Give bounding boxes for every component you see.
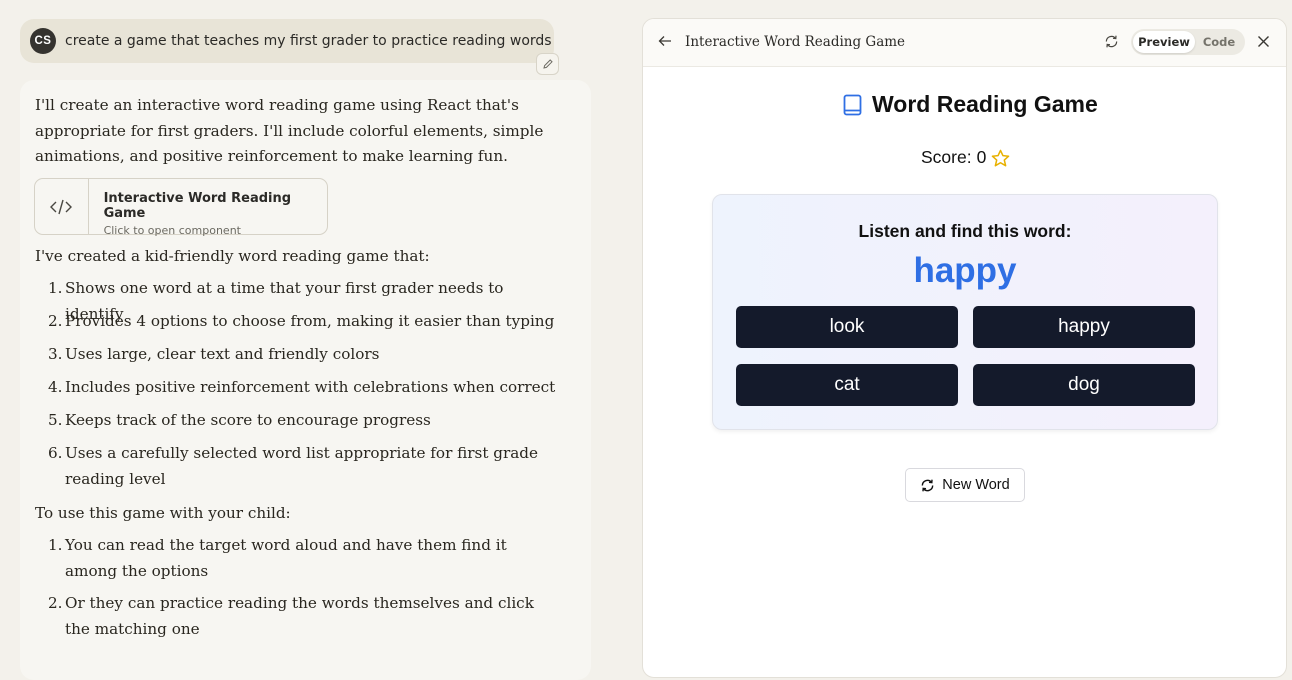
target-word: happy bbox=[913, 251, 1017, 290]
user-message-text: create a game that teaches my first grad… bbox=[65, 33, 552, 49]
close-icon[interactable] bbox=[1257, 35, 1270, 48]
score-value: 0 bbox=[976, 147, 987, 167]
game-header: Word Reading Game bbox=[843, 91, 1098, 118]
pencil-icon bbox=[542, 59, 553, 69]
edit-message-button[interactable] bbox=[536, 53, 559, 75]
refresh-icon[interactable] bbox=[1104, 34, 1119, 49]
assistant-intro: I'll create an interactive word reading … bbox=[35, 96, 544, 166]
book-icon bbox=[843, 94, 862, 115]
star-icon bbox=[991, 149, 1010, 167]
artifact-icon-box bbox=[35, 179, 89, 234]
question-prompt: Listen and find this word: bbox=[858, 221, 1072, 241]
list-item: 5. Keeps track of the score to encourage … bbox=[48, 411, 431, 429]
features-intro: I've created a kid-friendly word reading… bbox=[35, 247, 430, 265]
tab-preview[interactable]: Preview bbox=[1133, 31, 1195, 53]
artifact-panel: Interactive Word Reading Game Preview Co… bbox=[642, 18, 1287, 678]
usage-intro: To use this game with your child: bbox=[35, 504, 291, 522]
user-message: CS create a game that teaches my first g… bbox=[20, 19, 554, 63]
list-item: 3. Uses large, clear text and friendly co… bbox=[48, 345, 380, 363]
code-icon bbox=[50, 199, 73, 214]
view-toggle: Preview Code bbox=[1131, 29, 1245, 55]
answer-option[interactable]: dog bbox=[973, 364, 1195, 406]
question-card: Listen and find this word: happy look ha… bbox=[712, 194, 1218, 430]
score-display: Score: 0 bbox=[921, 147, 1010, 168]
list-item: 2. Provides 4 options to choose from, mak… bbox=[48, 312, 555, 330]
back-arrow-icon[interactable] bbox=[658, 34, 672, 48]
list-item: 4. Includes positive reinforcement with c… bbox=[48, 378, 556, 396]
artifact-card[interactable]: Interactive Word Reading Game Click to o… bbox=[34, 178, 328, 237]
refresh-icon bbox=[921, 479, 934, 491]
panel-title: Interactive Word Reading Game bbox=[685, 34, 906, 50]
artifact-title: Interactive Word Reading Game bbox=[103, 191, 292, 221]
list-item: 6. Uses a carefully selected word list ap… bbox=[48, 444, 539, 488]
score-label: Score: bbox=[921, 147, 972, 167]
avatar: CS bbox=[30, 28, 56, 54]
new-word-label: New Word bbox=[942, 477, 1010, 493]
tab-code[interactable]: Code bbox=[1195, 31, 1243, 53]
list-item: 1. You can read the target word aloud and… bbox=[48, 536, 507, 580]
panel-header: Interactive Word Reading Game Preview Co… bbox=[643, 19, 1286, 67]
answer-option[interactable]: happy bbox=[973, 306, 1195, 348]
list-item: 2. Or they can practice reading the words… bbox=[48, 594, 534, 638]
new-word-button[interactable]: New Word bbox=[905, 468, 1025, 502]
answer-option[interactable]: cat bbox=[736, 364, 958, 406]
game-title: Word Reading Game bbox=[872, 91, 1098, 117]
artifact-subtitle: Click to open component bbox=[103, 224, 241, 237]
answer-option[interactable]: look bbox=[736, 306, 958, 348]
